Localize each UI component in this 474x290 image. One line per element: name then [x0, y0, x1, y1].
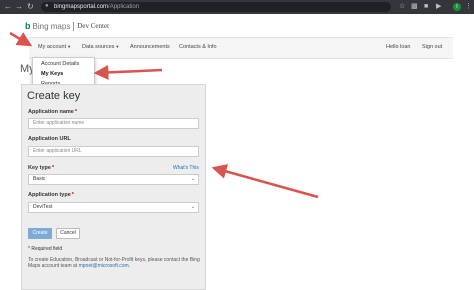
- url-host: bingmapsportal.com: [54, 4, 109, 10]
- nav-my-account[interactable]: My account▼: [38, 44, 71, 50]
- nav-hello-user[interactable]: Hello loan: [386, 44, 410, 50]
- key-type-select[interactable]: Basic ⌄: [28, 174, 199, 185]
- caret-down-icon: ▼: [115, 44, 120, 49]
- key-type-value: Basic: [33, 176, 46, 182]
- kebab-menu-icon[interactable]: ⋮: [465, 2, 472, 12]
- create-button[interactable]: Create: [28, 228, 52, 239]
- address-bar[interactable]: ● bingmapsportal.com/Application: [41, 2, 391, 12]
- lock-icon: ●: [45, 3, 49, 9]
- logo-divider: [73, 21, 75, 31]
- logo-bing: Bing: [32, 21, 49, 31]
- arrow-to-my-account: [9, 31, 33, 47]
- required-star: *: [74, 109, 77, 115]
- required-field-note: * Required field: [28, 246, 63, 252]
- help-text: To create Education, Broadcast or Not-fo…: [28, 257, 200, 269]
- nav-sign-out[interactable]: Sign out: [422, 44, 442, 50]
- star-icon[interactable]: ☆: [399, 2, 405, 12]
- cancel-button[interactable]: Cancel: [56, 228, 80, 239]
- required-star: *: [71, 192, 74, 198]
- caret-down-icon: ▼: [67, 44, 72, 49]
- whats-this-link[interactable]: What's This: [173, 165, 199, 171]
- chevron-down-icon: ⌄: [190, 204, 195, 210]
- app-url-input[interactable]: Enter application URL: [28, 146, 199, 157]
- required-star: *: [51, 165, 55, 171]
- app-type-value: Dev/Test: [33, 204, 53, 210]
- dropdown-item-my-keys[interactable]: My Keys: [41, 71, 63, 77]
- key-type-label: Key type*: [28, 165, 55, 171]
- create-key-title: Create key: [27, 90, 81, 102]
- dropdown-item-account-details[interactable]: Account Details: [41, 61, 79, 67]
- app-name-label: Application name*: [28, 109, 77, 115]
- puzzle-icon[interactable]: ■: [424, 2, 428, 12]
- logo-dev-center: Dev Center: [77, 22, 110, 30]
- main-navbar: My account▼ Data sources▼ Announcements …: [29, 37, 453, 59]
- site-logo[interactable]: b Bing maps Dev Center: [25, 20, 109, 32]
- reload-icon[interactable]: ↻: [27, 2, 34, 12]
- app-name-input[interactable]: Enter application name: [28, 118, 199, 129]
- url-path: /Application: [108, 4, 140, 10]
- back-arrow-icon[interactable]: ←: [4, 2, 12, 12]
- arrow-to-my-keys: [93, 64, 163, 80]
- arrow-to-key-type: [211, 164, 319, 199]
- nav-data-sources[interactable]: Data sources▼: [82, 44, 119, 50]
- app-type-select[interactable]: Dev/Test ⌄: [28, 202, 199, 213]
- forward-arrow-icon[interactable]: →: [15, 2, 23, 12]
- app-type-label: Application type*: [28, 192, 74, 198]
- profile-avatar[interactable]: I: [453, 3, 461, 11]
- browser-toolbar: ← → ↻ ● bingmapsportal.com/Application ☆…: [0, 0, 474, 14]
- extension-icon[interactable]: ▩: [411, 2, 418, 12]
- logo-maps: maps: [50, 21, 71, 31]
- media-icon[interactable]: ▶: [436, 2, 441, 12]
- chevron-down-icon: ⌄: [190, 176, 195, 182]
- help-email-link[interactable]: mpnet@microsoft.com: [79, 263, 129, 269]
- app-url-label: Application URL: [28, 136, 71, 142]
- nav-contacts-info[interactable]: Contacts & Info: [179, 44, 217, 50]
- required-star: *: [28, 246, 30, 252]
- nav-announcements[interactable]: Announcements: [130, 44, 170, 50]
- bing-b-icon: b: [25, 21, 31, 31]
